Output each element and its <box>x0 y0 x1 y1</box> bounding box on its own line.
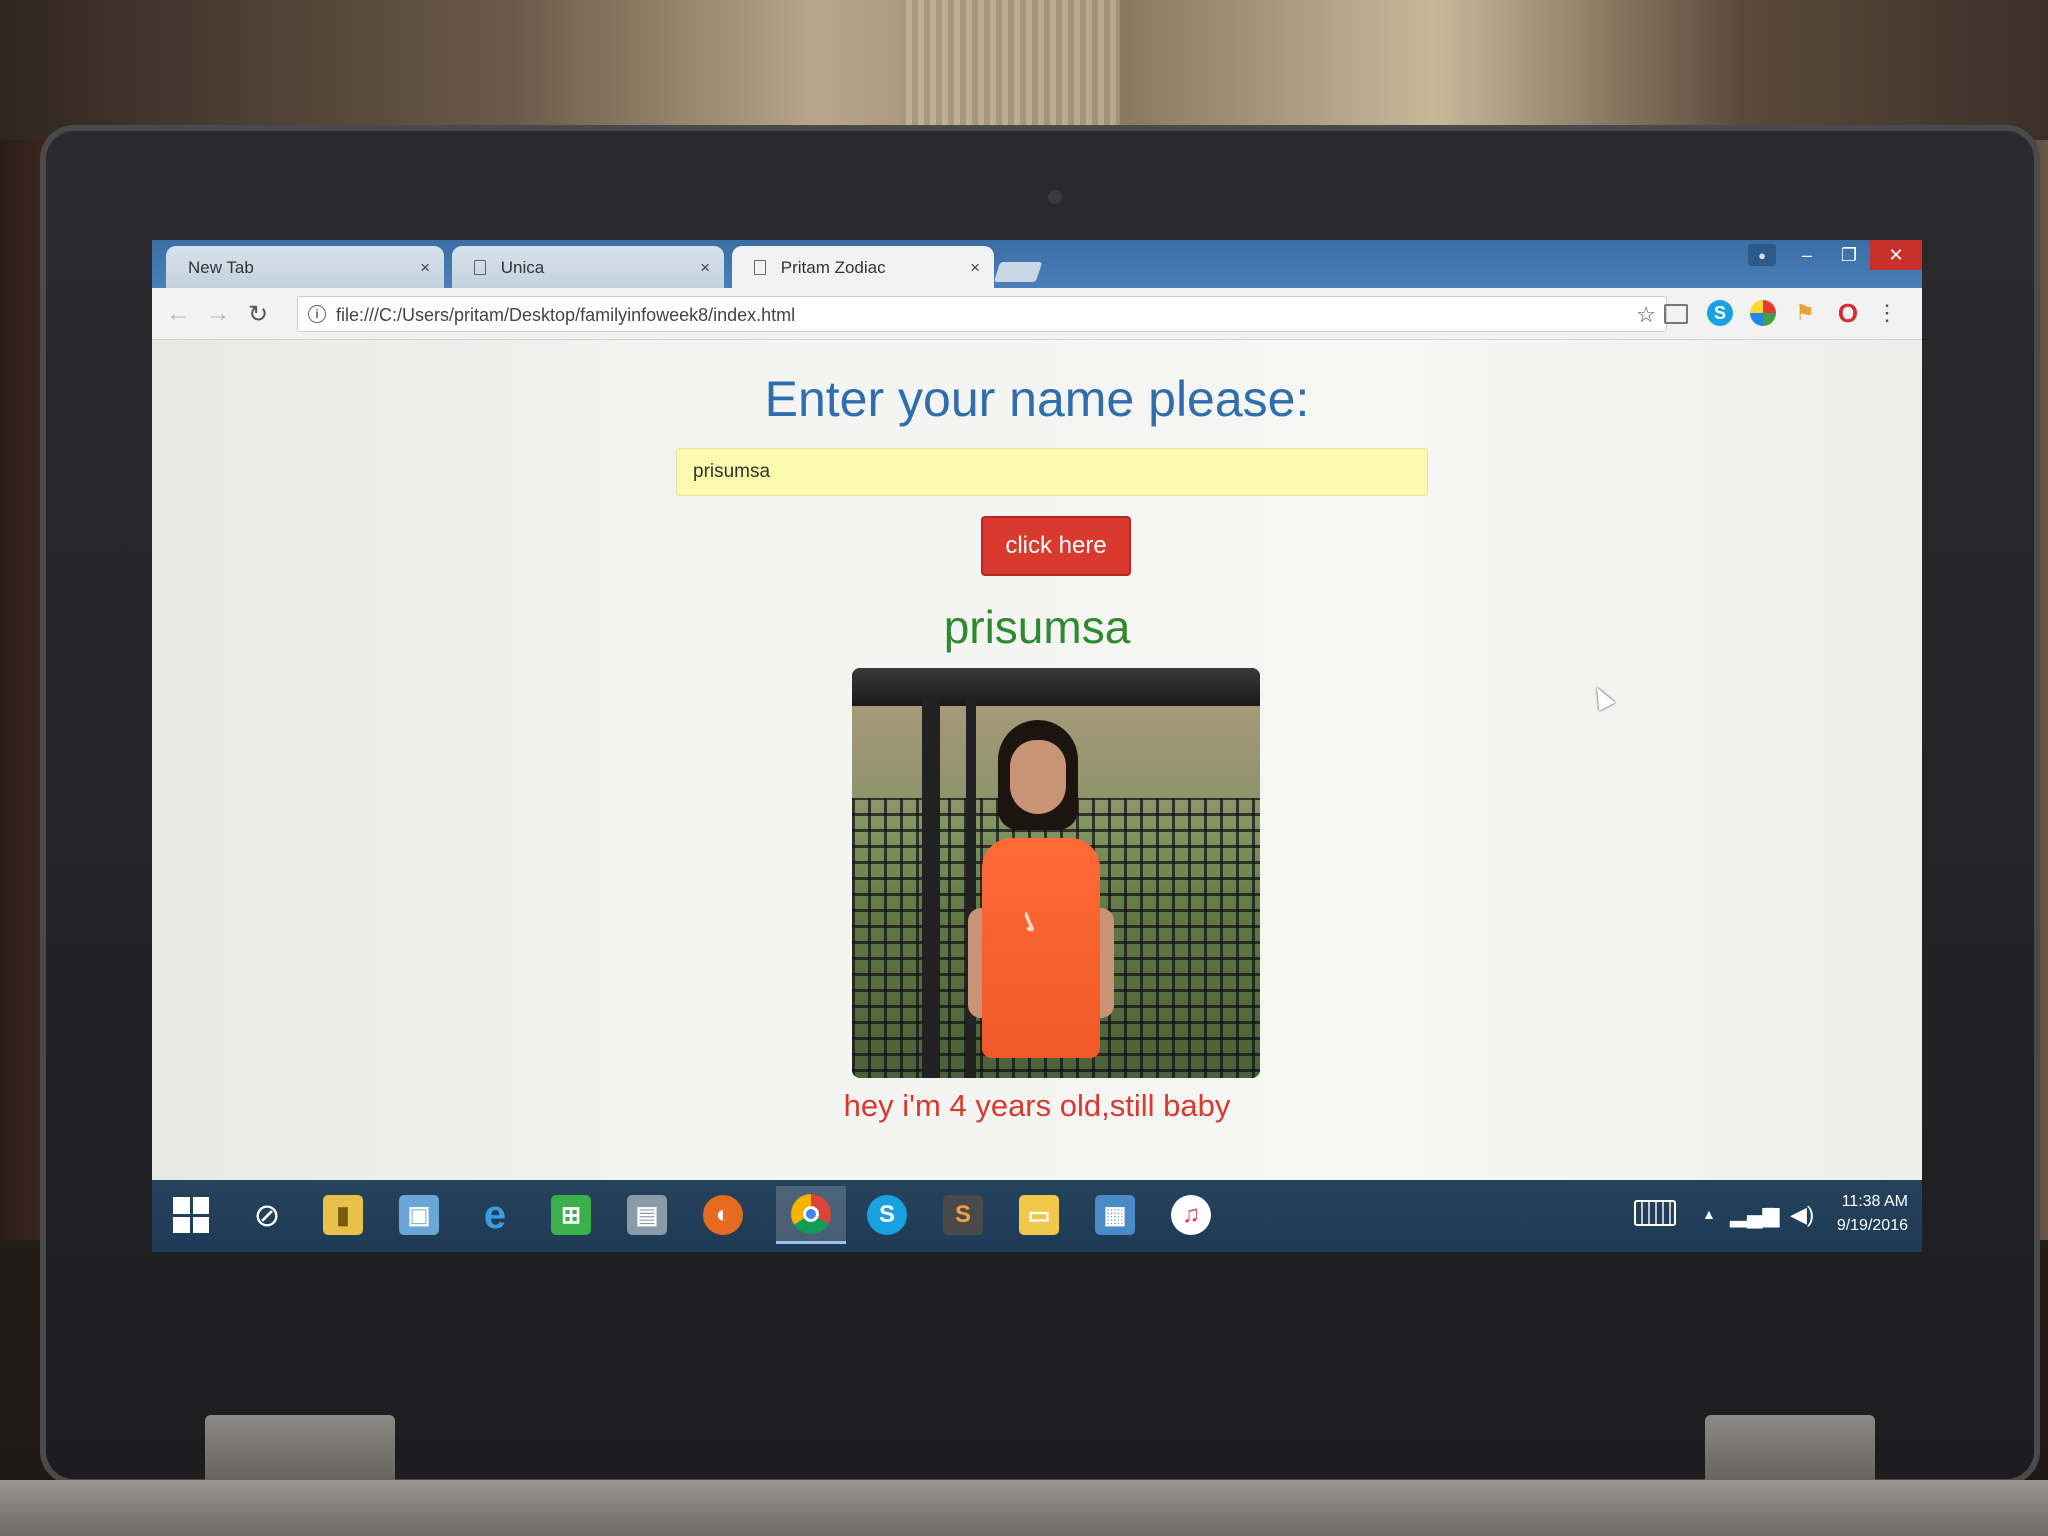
url-text[interactable]: file:///C:/Users/pritam/Desktop/familyin… <box>336 305 795 326</box>
tab-new-tab[interactable]: New Tab × <box>166 246 444 288</box>
show-hidden-icons-icon[interactable]: ▲ <box>1702 1206 1716 1222</box>
touch-keyboard-icon[interactable] <box>1634 1200 1676 1226</box>
window-controls: – ❐ ✕ <box>1786 240 1922 274</box>
folder-icon[interactable]: ▭ <box>1004 1186 1074 1244</box>
tab-pritam-zodiac[interactable]: Pritam Zodiac × <box>732 246 994 290</box>
reload-icon[interactable]: ↻ <box>248 300 268 329</box>
internet-explorer-icon[interactable]: e <box>460 1186 530 1244</box>
clock-date: 9/19/2016 <box>1836 1217 1908 1234</box>
info-icon[interactable]: i <box>308 305 326 323</box>
firefox-icon[interactable]: ◐ <box>688 1186 758 1244</box>
forward-arrow-icon[interactable]: → <box>206 300 230 328</box>
store-icon[interactable]: ⊞ <box>536 1186 606 1244</box>
wall-vent <box>900 0 1120 145</box>
bookmark-star-icon[interactable]: ☆ <box>1636 302 1656 328</box>
laptop-base <box>0 1480 2048 1536</box>
start-button[interactable] <box>156 1186 226 1244</box>
greeting-name: prisumsa <box>943 601 1131 653</box>
page-title: Enter your name please: <box>764 371 1310 427</box>
photo-post <box>966 698 976 1078</box>
close-icon[interactable]: × <box>970 258 980 278</box>
control-panel-icon[interactable]: ▣ <box>384 1186 454 1244</box>
close-window-button[interactable]: ✕ <box>1870 240 1922 270</box>
tab-label: Pritam Zodiac <box>780 258 886 277</box>
skype-icon[interactable]: S <box>852 1186 922 1244</box>
battery-icon[interactable]: ▯ <box>1764 1202 1776 1228</box>
chrome-icon[interactable] <box>776 1186 846 1244</box>
windows-taskbar: ⊘ ▮ ▣ e ⊞ ▤ ◐ S S ▭ ▦ ♫ ▲ ▂▄▆ ▯ ◀) 11:38… <box>152 1180 1922 1252</box>
volume-icon[interactable]: ◀) <box>1790 1202 1814 1228</box>
tag-extension-icon[interactable]: ⚑ <box>1792 300 1818 326</box>
photo-post <box>922 698 940 1078</box>
taskbar-clock[interactable]: 11:38 AM 9/19/2016 <box>1818 1190 1908 1238</box>
cast-icon[interactable] <box>1664 304 1688 324</box>
browser-tab-strip: New Tab × Unica × Pritam Zodiac × ● – ❐ … <box>152 240 1922 290</box>
browser-toolbar: ← → ↻ i file:///C:/Users/pritam/Desktop/… <box>152 288 1922 340</box>
child-photo: ✓ <box>852 668 1260 1078</box>
tab-label: New Tab <box>188 258 254 277</box>
close-icon[interactable]: × <box>700 258 710 278</box>
color-picker-extension-icon[interactable] <box>1750 300 1776 326</box>
file-explorer-icon[interactable]: ▮ <box>308 1186 378 1244</box>
task-view-icon[interactable]: ▤ <box>612 1186 682 1244</box>
address-bar[interactable]: i file:///C:/Users/pritam/Desktop/family… <box>297 296 1667 332</box>
tab-unica[interactable]: Unica × <box>452 246 724 288</box>
profile-icon[interactable]: ● <box>1748 244 1776 266</box>
skype-extension-icon[interactable]: S <box>1707 300 1733 326</box>
minimize-button[interactable]: – <box>1786 240 1828 270</box>
document-icon <box>474 260 486 275</box>
click-here-button[interactable]: click here <box>981 516 1131 576</box>
name-input[interactable] <box>676 448 1428 496</box>
photo-face <box>1010 740 1066 814</box>
opera-extension-icon[interactable]: O <box>1835 298 1861 328</box>
tab-label: Unica <box>500 258 545 277</box>
webcam <box>1048 190 1062 204</box>
mouse-cursor-icon <box>1588 683 1616 711</box>
back-arrow-icon[interactable]: ← <box>166 300 190 328</box>
restore-button[interactable]: ❐ <box>1828 240 1870 270</box>
photos-icon[interactable]: ▦ <box>1080 1186 1150 1244</box>
photo-caption: hey i'm 4 years old,still baby <box>843 1088 1231 1123</box>
menu-kebab-icon[interactable]: ⋮ <box>1874 300 1900 326</box>
close-icon[interactable]: × <box>420 258 430 278</box>
clock-time: 11:38 AM <box>1841 1193 1908 1210</box>
photo-rail <box>852 668 1260 706</box>
page-content: Enter your name please: click here prisu… <box>152 340 1922 1180</box>
photo-shirt <box>982 838 1100 1058</box>
windows-logo-icon <box>173 1197 209 1233</box>
itunes-icon[interactable]: ♫ <box>1156 1186 1226 1244</box>
new-tab-button[interactable] <box>993 262 1043 282</box>
sublime-text-icon[interactable]: S <box>928 1186 998 1244</box>
laptop-screen: New Tab × Unica × Pritam Zodiac × ● – ❐ … <box>152 240 1922 1252</box>
system-tray: ▲ ▂▄▆ ▯ ◀) 11:38 AM 9/19/2016 <box>1612 1180 1912 1252</box>
document-icon <box>754 260 766 275</box>
cortana-icon[interactable]: ⊘ <box>232 1186 302 1244</box>
